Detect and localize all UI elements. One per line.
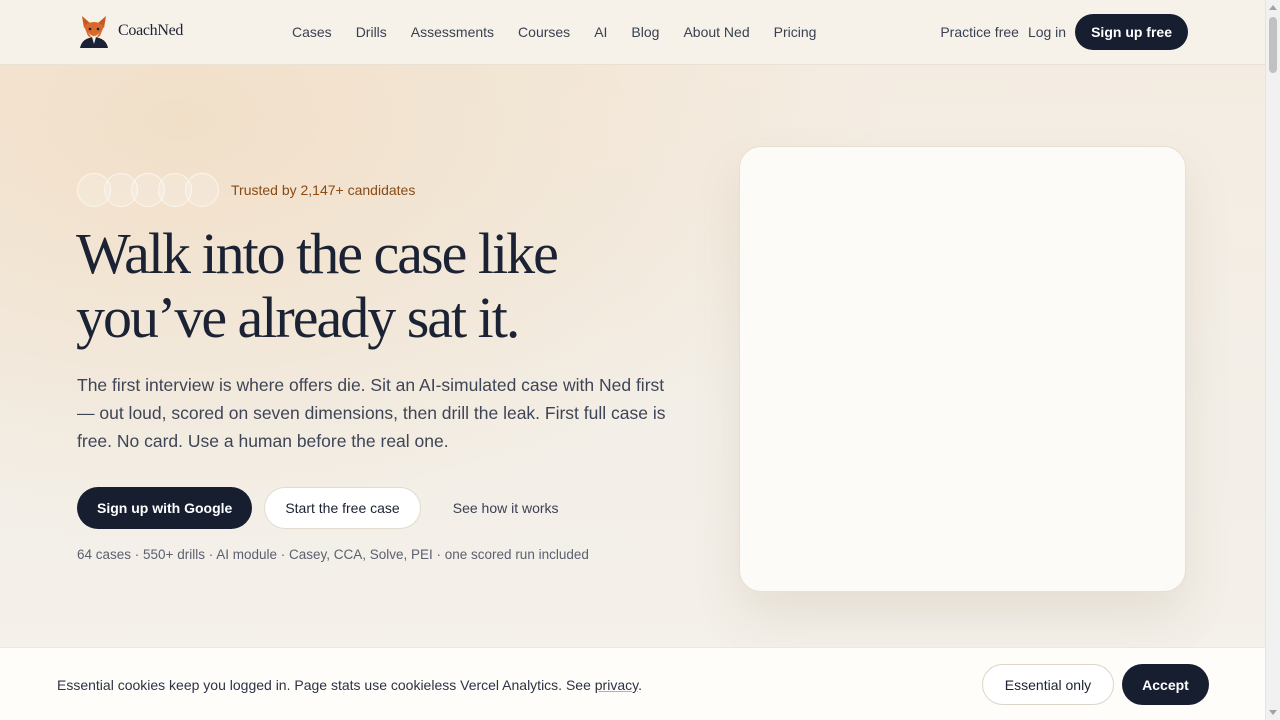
nav-link-about-ned[interactable]: About Ned: [683, 24, 749, 40]
trust-row: Trusted by 2,147+ candidates: [77, 173, 415, 207]
brand-name: CoachNed: [118, 22, 184, 39]
avatar-stack: [77, 173, 219, 207]
page: CoachNed Cases Drills Assessments Course…: [0, 0, 1265, 720]
see-how-it-works-button[interactable]: See how it works: [433, 487, 579, 529]
main-nav: Cases Drills Assessments Courses AI Blog…: [292, 24, 840, 40]
nav-link-assessments[interactable]: Assessments: [411, 24, 494, 40]
essential-only-button[interactable]: Essential only: [982, 664, 1114, 705]
trust-text: Trusted by 2,147+ candidates: [231, 182, 416, 198]
cookie-period: .: [638, 677, 642, 693]
privacy-link[interactable]: privacy: [595, 677, 638, 693]
nav-link-cases[interactable]: Cases: [292, 24, 332, 40]
nav-link-courses[interactable]: Courses: [518, 24, 570, 40]
cta-row: Sign up with Google Start the free case …: [77, 487, 579, 529]
avatar: [185, 173, 219, 207]
login-link[interactable]: Log in: [1028, 24, 1066, 40]
nav-actions: Practice free Log in Sign up free: [940, 14, 1188, 50]
nav-link-pricing[interactable]: Pricing: [774, 24, 817, 40]
fox-in-suit-icon: [80, 16, 108, 48]
page-scrollbar[interactable]: [1265, 0, 1280, 720]
accept-cookies-button[interactable]: Accept: [1122, 664, 1209, 705]
hero-meta: 64 cases · 550+ drills · AI module · Cas…: [77, 547, 589, 562]
brand-logo[interactable]: CoachNed: [78, 14, 183, 48]
nav-link-ai[interactable]: AI: [594, 24, 607, 40]
scroll-up-arrow-icon[interactable]: [1269, 5, 1277, 10]
practice-free-link[interactable]: Practice free: [940, 24, 1019, 40]
signup-google-button[interactable]: Sign up with Google: [77, 487, 253, 529]
cookie-banner: Essential cookies keep you logged in. Pa…: [0, 647, 1265, 720]
top-nav: CoachNed Cases Drills Assessments Course…: [0, 0, 1265, 65]
scrollbar-thumb[interactable]: [1269, 17, 1277, 73]
signup-button[interactable]: Sign up free: [1075, 14, 1188, 50]
hero-description: The first interview is where offers die.…: [77, 375, 666, 451]
preview-card: [739, 146, 1186, 592]
start-free-case-button[interactable]: Start the free case: [264, 487, 421, 529]
cookie-text: Essential cookies keep you logged in. Pa…: [57, 677, 642, 693]
cookie-message: Essential cookies keep you logged in. Pa…: [57, 677, 591, 693]
scroll-down-arrow-icon[interactable]: [1269, 710, 1277, 715]
hero-headline: Walk into the case like you’ve already s…: [76, 221, 559, 350]
nav-link-drills[interactable]: Drills: [356, 24, 387, 40]
nav-link-blog[interactable]: Blog: [631, 24, 659, 40]
